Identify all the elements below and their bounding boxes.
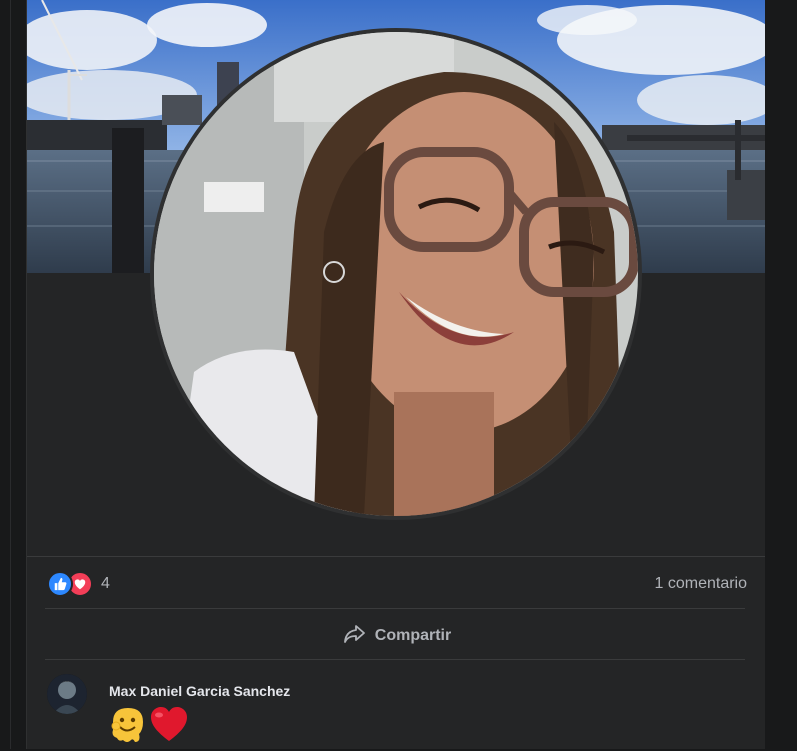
avatar[interactable]	[47, 674, 87, 714]
reactions-summary-row: 4 1 comentario	[47, 569, 747, 599]
comment-body	[107, 704, 189, 751]
like-icon	[47, 571, 73, 597]
reaction-icons[interactable]	[47, 571, 93, 597]
red-heart-emoji-icon	[149, 705, 189, 750]
left-panel-edge	[0, 0, 11, 749]
divider	[45, 659, 745, 660]
right-panel-edge	[765, 0, 797, 749]
melting-face-emoji-icon	[107, 704, 149, 751]
post-card: 4 1 comentario Compartir Max Daniel Garc…	[26, 0, 766, 749]
reaction-count[interactable]: 4	[101, 575, 110, 593]
share-button[interactable]: Compartir	[327, 618, 467, 654]
divider	[45, 608, 745, 609]
comment-count-link[interactable]: 1 comentario	[655, 575, 748, 593]
profile-photo[interactable]	[154, 32, 638, 516]
share-label: Compartir	[374, 627, 452, 644]
share-arrow-icon	[343, 624, 365, 649]
comment-author[interactable]: Max Daniel Garcia Sanchez	[109, 683, 290, 699]
profile-photo-frame	[150, 28, 642, 520]
divider	[27, 556, 765, 557]
comment-item: Max Daniel Garcia Sanchez	[47, 674, 747, 749]
